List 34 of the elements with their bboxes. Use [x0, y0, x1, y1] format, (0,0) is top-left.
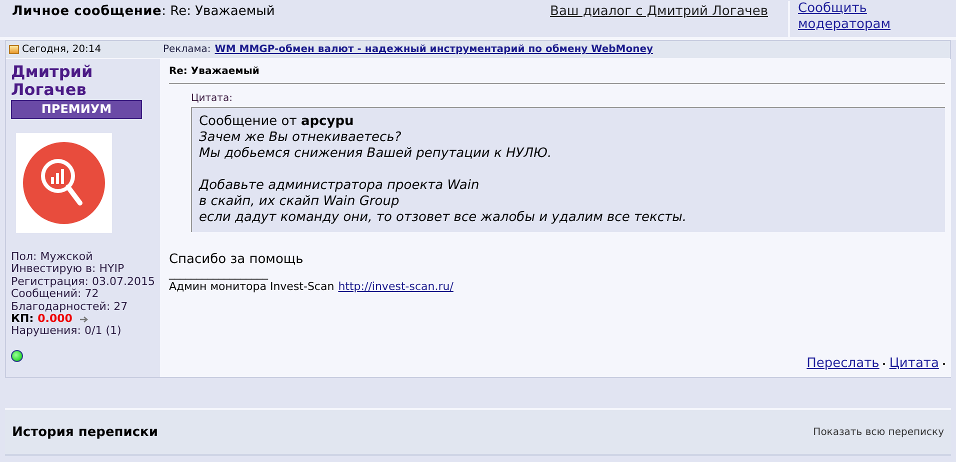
post-icon: [9, 45, 19, 54]
quote-line: Зачем же Вы отнекиваетесь?: [198, 130, 402, 146]
quote-label: Цитата:: [190, 93, 234, 104]
author-name[interactable]: Дмитрий Логачев: [11, 63, 111, 99]
dialog-link[interactable]: Ваш диалог с Дмитрий Логачев: [550, 4, 776, 19]
profile-stat: Сообщений: 72: [11, 288, 99, 301]
page-title: Личное сообщение: Re: Уважаемый: [12, 4, 275, 19]
message-text: Спасибо за помощь: [168, 252, 304, 267]
history-title: История переписки: [12, 424, 158, 440]
quote-line: если дадут команду они, то отзовет все жалобы и удалим все тексты.: [198, 210, 688, 226]
profile-stat: Регистрация: 03.07.2015: [11, 276, 155, 288]
premium-badge: ПРЕМИУМ: [11, 100, 142, 119]
post-date: Сегодня, 20:14: [22, 44, 102, 55]
rating-value: 0.000: [38, 313, 72, 326]
ad-link[interactable]: WM MMGP-обмен валют - надежный инструментарий по обмену WebMoney: [214, 44, 654, 55]
arrow-icon[interactable]: [80, 316, 90, 323]
quote-line: Мы добьемся снижения Вашей репутации к НУЛЮ.: [198, 146, 553, 162]
profile-stat: Нарушения: 0/1 (1): [11, 325, 122, 338]
quote-author: Сообщение от apcypu: [198, 114, 355, 130]
action-link[interactable]: Переслать: [806, 356, 880, 371]
signature-rule: __________________: [168, 267, 270, 280]
report-link[interactable]: Сообщить модераторам: [788, 1, 956, 37]
ad-label: Реклама:: [163, 44, 211, 55]
show-all-link[interactable]: Показать всю переписку: [813, 426, 944, 438]
profile-stat: Благодарностей: 27: [11, 300, 128, 314]
quote-line: Добавьте администратора проекта Wain: [198, 178, 480, 194]
post-subject: Re: Уважаемый: [168, 66, 945, 84]
action-link[interactable]: Цитата: [889, 356, 939, 371]
profile-stat: Пол: Мужской: [11, 251, 93, 264]
quote-line: в скайп, их скайп Wain Group: [198, 194, 400, 210]
signature-link[interactable]: http://invest-scan.ru/: [338, 280, 454, 294]
rating-label: КП:: [11, 313, 34, 326]
signature-text: Админ монитора Invest-Scan: [168, 280, 334, 294]
profile-stat: Инвестирую в: HYIP: [11, 263, 124, 276]
